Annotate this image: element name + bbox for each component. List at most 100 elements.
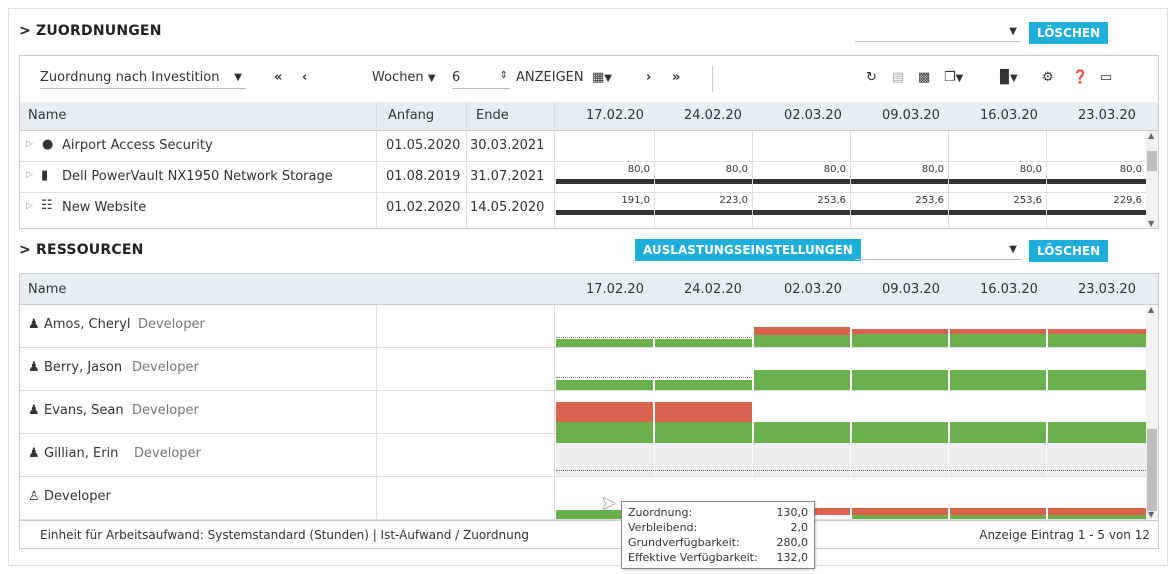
double-left-arrow-icon[interactable]: «	[274, 70, 282, 85]
utilization-bar[interactable]	[950, 422, 1046, 443]
table-row[interactable]: ▷ ▮ Dell PowerVault NX1950 Network Stora…	[20, 162, 1146, 193]
column-header-name[interactable]: Name	[28, 282, 66, 297]
utilization-bar[interactable]	[852, 515, 948, 519]
column-header-end[interactable]: Ende	[476, 108, 509, 123]
overload-bar[interactable]	[754, 327, 850, 335]
tooltip-row: Grundverfügbarkeit: 280,0	[628, 536, 808, 549]
week-value: 253,6	[915, 195, 944, 206]
assignments-toolbar: Zuordnung nach Investition ▼ « ‹ Wochen …	[20, 56, 1158, 103]
table-row[interactable]: ▷ ☷ New Website 01.02.2020 14.05.2020 19…	[20, 193, 1146, 223]
assignments-scrollbar[interactable]: ▲ ▼	[1146, 131, 1158, 228]
column-header-start[interactable]: Anfang	[388, 108, 434, 123]
double-right-arrow-icon[interactable]: »	[672, 70, 680, 85]
resources-filter-select[interactable]: ▼	[855, 239, 1021, 260]
overload-bar[interactable]	[852, 508, 948, 515]
expand-icon[interactable]: ▷	[26, 139, 33, 149]
table-row[interactable]: ▷ ● Airport Access Security 01.05.2020 3…	[20, 131, 1146, 162]
utilization-tooltip: Zuordnung: 130,0 Verbleibend: 2,0 Grundver…	[621, 501, 815, 569]
expand-icon[interactable]: ▷	[26, 170, 33, 180]
mouse-cursor-icon: ➤	[601, 493, 617, 514]
week-value: 80,0	[921, 164, 944, 175]
assignments-table-header: Name Anfang Ende 17.02.20 24.02.20 02.03…	[20, 102, 1158, 131]
scroll-up-icon[interactable]: ▲	[1148, 305, 1154, 314]
help-icon[interactable]: ❓	[1072, 70, 1088, 85]
weeks-stepper[interactable]: 6 ⇕	[452, 70, 510, 89]
resource-name[interactable]: Gillian, Erin	[44, 446, 118, 461]
column-header-name[interactable]: Name	[28, 108, 66, 123]
utilization-bar[interactable]	[556, 380, 653, 390]
calendar-icon[interactable]: ▦▼	[592, 70, 612, 85]
resources-delete-button[interactable]: LÖSCHEN	[1029, 240, 1109, 262]
utilization-bar[interactable]	[556, 422, 653, 443]
utilization-bar[interactable]	[950, 370, 1046, 390]
utilization-bar[interactable]	[852, 370, 948, 390]
assignments-section-title[interactable]: > ZUORDNUNGEN	[19, 23, 162, 39]
grid-line	[948, 131, 949, 229]
row-end: 14.05.2020	[470, 200, 545, 215]
week-value: 253,6	[817, 195, 846, 206]
expand-icon[interactable]: ▷	[26, 201, 33, 211]
row-end: 30.03.2021	[470, 138, 545, 153]
assignments-panel: Zuordnung nach Investition ▼ « ‹ Wochen …	[19, 55, 1159, 229]
copy-icon[interactable]: ❐▼	[944, 70, 963, 85]
utilization-bar[interactable]	[655, 380, 752, 390]
utilization-bar[interactable]	[950, 334, 1046, 347]
assignments-delete-button[interactable]: LÖSCHEN	[1029, 22, 1109, 44]
resources-scrollbar[interactable]: ▲ ▼	[1146, 305, 1158, 519]
utilization-bar[interactable]	[655, 339, 752, 347]
grid-line	[466, 102, 467, 229]
assignment-mode-select[interactable]: Zuordnung nach Investition ▼	[40, 70, 246, 89]
utilization-bar[interactable]	[1048, 515, 1146, 519]
scroll-up-icon[interactable]: ▲	[1148, 131, 1154, 140]
scrollbar-thumb[interactable]	[1147, 429, 1157, 511]
resource-name[interactable]: Evans, Sean	[44, 403, 124, 418]
resources-section-title[interactable]: > RESSOURCEN	[19, 242, 144, 258]
overload-bar[interactable]	[950, 508, 1046, 515]
row-name[interactable]: Dell PowerVault NX1950 Network Storage	[62, 169, 333, 184]
utilization-bar[interactable]	[754, 335, 850, 347]
row-name[interactable]: New Website	[62, 200, 146, 215]
chart-icon[interactable]: ▉▼	[1000, 70, 1018, 85]
pagination-info: Anzeige Eintrag 1 - 5 von 12	[979, 528, 1150, 542]
utilization-bar[interactable]	[950, 515, 1046, 519]
utilization-settings-button[interactable]: AUSLASTUNGSEINSTELLUNGEN	[635, 239, 861, 261]
utilization-bar[interactable]	[754, 422, 850, 443]
monitor-icon[interactable]: ▭	[1100, 70, 1112, 85]
utilization-bar[interactable]	[1048, 370, 1146, 390]
row-name[interactable]: Airport Access Security	[62, 138, 213, 153]
save-icon[interactable]: ▤	[892, 70, 904, 85]
grid-line	[1046, 131, 1047, 229]
utilization-bar[interactable]	[852, 334, 948, 347]
date-header: 17.02.20	[586, 108, 644, 123]
date-header: 02.03.20	[784, 108, 842, 123]
utilization-bar[interactable]	[1048, 334, 1146, 347]
overload-bar[interactable]	[1048, 508, 1146, 515]
week-value: 80,0	[1119, 164, 1142, 175]
weeks-select[interactable]: Wochen ▼	[372, 70, 436, 85]
scrollbar-thumb[interactable]	[1147, 151, 1157, 171]
utilization-bar[interactable]	[852, 422, 948, 443]
right-arrow-icon[interactable]: ›	[646, 70, 651, 85]
scroll-down-icon[interactable]: ▼	[1148, 219, 1154, 228]
scroll-down-icon[interactable]: ▼	[1148, 510, 1154, 519]
overload-bar[interactable]	[655, 402, 752, 422]
utilization-bar[interactable]	[754, 370, 850, 390]
resource-name[interactable]: Berry, Jason	[44, 360, 122, 375]
utilization-bar[interactable]	[655, 422, 752, 443]
week-value: 191,0	[621, 195, 650, 206]
assignments-filter-select[interactable]: ▼	[855, 21, 1021, 42]
resource-name[interactable]: Amos, Cheryl	[44, 317, 131, 332]
utilization-bar[interactable]	[556, 339, 653, 347]
refresh-icon[interactable]: ↻	[866, 70, 877, 85]
tooltip-row: Verbleibend: 2,0	[628, 521, 808, 534]
gear-icon[interactable]: ⚙	[1042, 70, 1054, 85]
show-button[interactable]: ANZEIGEN	[516, 70, 584, 85]
utilization-bar[interactable]	[1048, 422, 1146, 443]
left-arrow-icon[interactable]: ‹	[302, 70, 307, 85]
excel-export-icon[interactable]: ▩	[918, 70, 930, 85]
date-header: 17.02.20	[586, 282, 644, 297]
chevron-right-icon: >	[19, 23, 31, 39]
resources-table-header: Name 17.02.20 24.02.20 02.03.20 09.03.20…	[20, 274, 1158, 305]
chevron-down-icon: ▼	[1009, 26, 1017, 37]
overload-bar[interactable]	[556, 402, 653, 422]
